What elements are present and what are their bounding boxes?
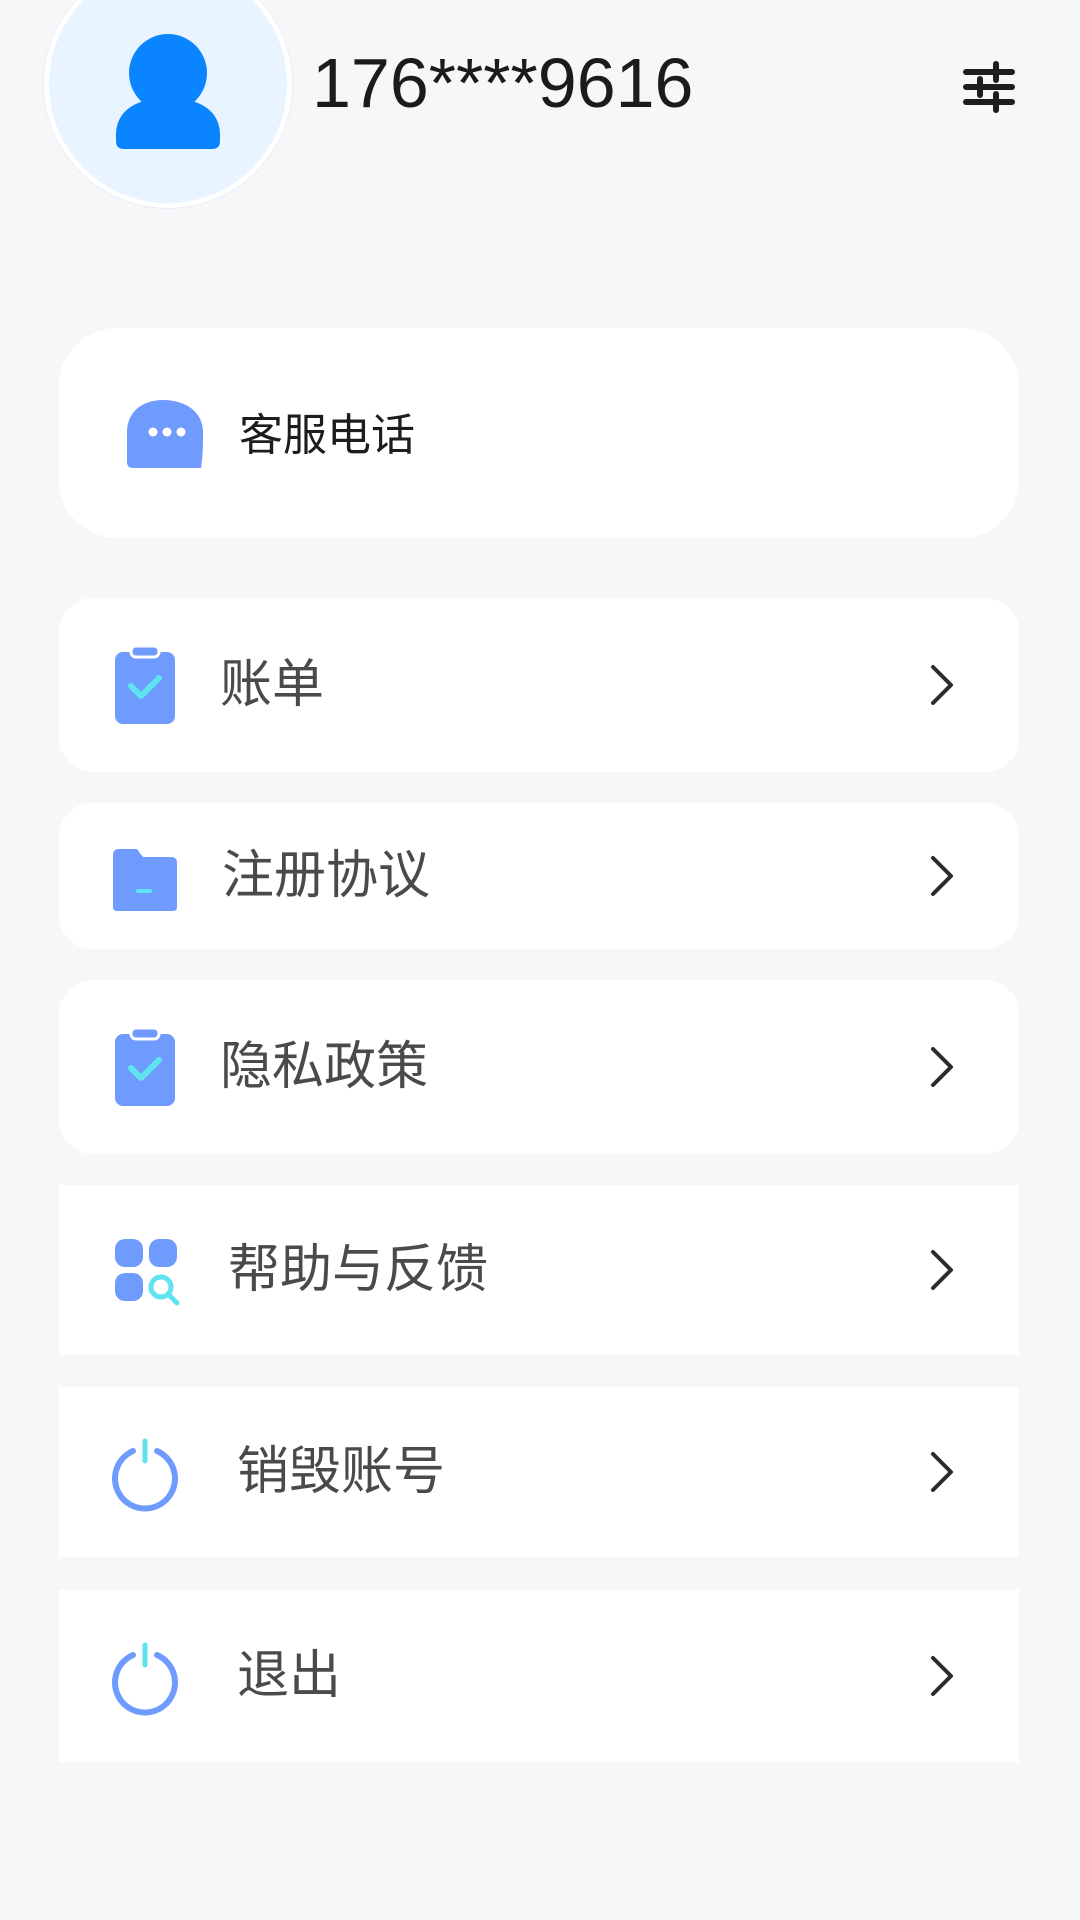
avatar[interactable] <box>44 0 292 208</box>
menu-item-registration-agreement[interactable]: 注册协议 <box>59 803 1019 949</box>
power-icon <box>112 1438 178 1512</box>
chevron-right-icon <box>931 1656 953 1696</box>
menu-item-logout[interactable]: 退出 <box>59 1590 1019 1762</box>
settings-button[interactable] <box>960 58 1018 116</box>
menu-item-label: 隐私政策 <box>220 1037 429 1097</box>
menu-item-bill[interactable]: 账单 <box>59 598 1019 772</box>
power-icon <box>112 1642 178 1716</box>
clipboard-check-icon <box>115 1026 175 1106</box>
chevron-right-icon <box>931 665 953 705</box>
clipboard-check-icon <box>115 644 175 724</box>
user-icon <box>116 34 220 149</box>
customer-service-card[interactable]: 客服电话 <box>59 328 1019 538</box>
menu-item-privacy-policy[interactable]: 隐私政策 <box>59 980 1019 1154</box>
menu-item-help-feedback[interactable]: 帮助与反馈 <box>59 1185 1019 1355</box>
menu-item-label: 销毁账号 <box>237 1442 446 1502</box>
menu-item-label: 账单 <box>220 655 325 715</box>
customer-service-label: 客服电话 <box>239 410 415 461</box>
chevron-right-icon <box>931 1250 953 1290</box>
chevron-right-icon <box>931 856 953 896</box>
phone-number: 176****9616 <box>312 44 694 122</box>
menu-item-label: 退出 <box>237 1646 342 1706</box>
menu-item-label: 注册协议 <box>222 846 431 906</box>
menu-item-label: 帮助与反馈 <box>228 1240 489 1300</box>
menu-item-delete-account[interactable]: 销毁账号 <box>59 1387 1019 1557</box>
folder-icon <box>113 849 177 911</box>
chevron-right-icon <box>931 1047 953 1087</box>
chat-bubble-icon <box>127 400 203 468</box>
grid-search-icon <box>115 1239 180 1306</box>
chevron-right-icon <box>931 1452 953 1492</box>
sliders-icon <box>963 61 1015 113</box>
